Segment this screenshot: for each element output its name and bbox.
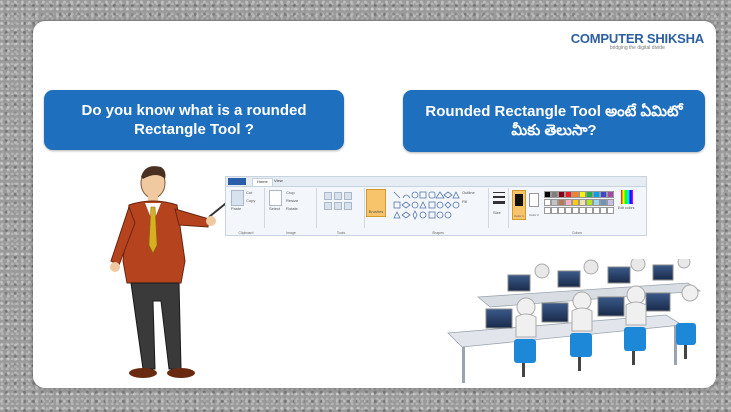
cut-label: Cut	[246, 190, 253, 195]
paint-ribbon-screenshot: Home View Paste Cut Copy Clipboard Selec…	[225, 176, 647, 236]
group-colors-label: Colors	[571, 231, 583, 235]
tab-home: Home	[252, 178, 273, 186]
logo-name: COMPUTER SHIKSHA	[570, 31, 705, 46]
color1-label: Color 1	[514, 214, 524, 218]
ribbon-tab-bar: Home View	[226, 177, 646, 187]
shapes-gallery-icon	[393, 191, 460, 220]
copy-label: Copy	[246, 198, 256, 203]
paste-icon	[231, 190, 244, 206]
fill-icon	[334, 192, 342, 200]
teacher-illustration	[110, 166, 241, 378]
select-label: Select	[269, 206, 281, 211]
paste-label: Paste	[231, 206, 242, 211]
computer-shiksha-logo: COMPUTER SHIKSHA bridging the digital di…	[570, 31, 705, 51]
group-image-label: Image	[286, 231, 296, 235]
crop-label: Crop	[286, 190, 295, 195]
magnifier-icon	[344, 202, 352, 210]
color2-label: Color 2	[529, 213, 539, 217]
group-clipboard-label: Clipboard	[238, 231, 254, 235]
brushes-label: Brushes	[368, 209, 384, 214]
select-icon	[269, 190, 282, 206]
edit-colors-label: Edit colors	[618, 206, 635, 210]
group-clipboard: Paste Cut Copy Clipboard	[228, 188, 265, 235]
question-telugu-bubble: Rounded Rectangle Tool అంటే ఏమిటో మీకు త…	[403, 90, 705, 152]
slide: COMPUTER SHIKSHA bridging the digital di…	[33, 21, 716, 388]
group-tools-label: Tools	[336, 231, 346, 235]
question-english-line1: Do you know what is a rounded	[81, 101, 307, 119]
group-shapes-label: Shapes	[432, 231, 444, 235]
question-telugu-line1: Rounded Rectangle Tool అంటే ఏమిటో	[425, 102, 683, 120]
fill-label: Fill	[462, 199, 468, 204]
group-shapes: Outline Fill Shapes	[388, 188, 489, 235]
edit-colors-icon	[621, 190, 633, 204]
group-size: Size	[490, 188, 509, 228]
rotate-label: Rotate	[286, 206, 298, 211]
group-image: Select Crop Resize Rotate Image	[266, 188, 317, 235]
size-label: Size	[493, 210, 501, 215]
question-telugu-line2: మీకు తెలుసా?	[511, 122, 597, 139]
brushes-button: Brushes	[366, 189, 386, 217]
color-picker-icon	[334, 202, 342, 210]
outline-label: Outline	[462, 190, 475, 195]
question-english-bubble: Do you know what is a rounded Rectangle …	[44, 90, 344, 150]
pencil-icon	[324, 192, 332, 200]
question-english-line2: Rectangle Tool ?	[134, 121, 254, 138]
text-icon	[344, 192, 352, 200]
computer-lab-illustration	[447, 259, 702, 383]
color1-button: Color 1	[512, 190, 526, 220]
resize-label: Resize	[286, 198, 299, 203]
file-menu-button	[228, 178, 246, 185]
group-tools: Tools	[318, 188, 365, 235]
group-colors: Color 1 Color 2 Edit colors Colors	[510, 188, 644, 235]
color2-button: Color 2	[528, 190, 540, 218]
tab-view: View	[274, 178, 283, 183]
eraser-icon	[324, 202, 332, 210]
